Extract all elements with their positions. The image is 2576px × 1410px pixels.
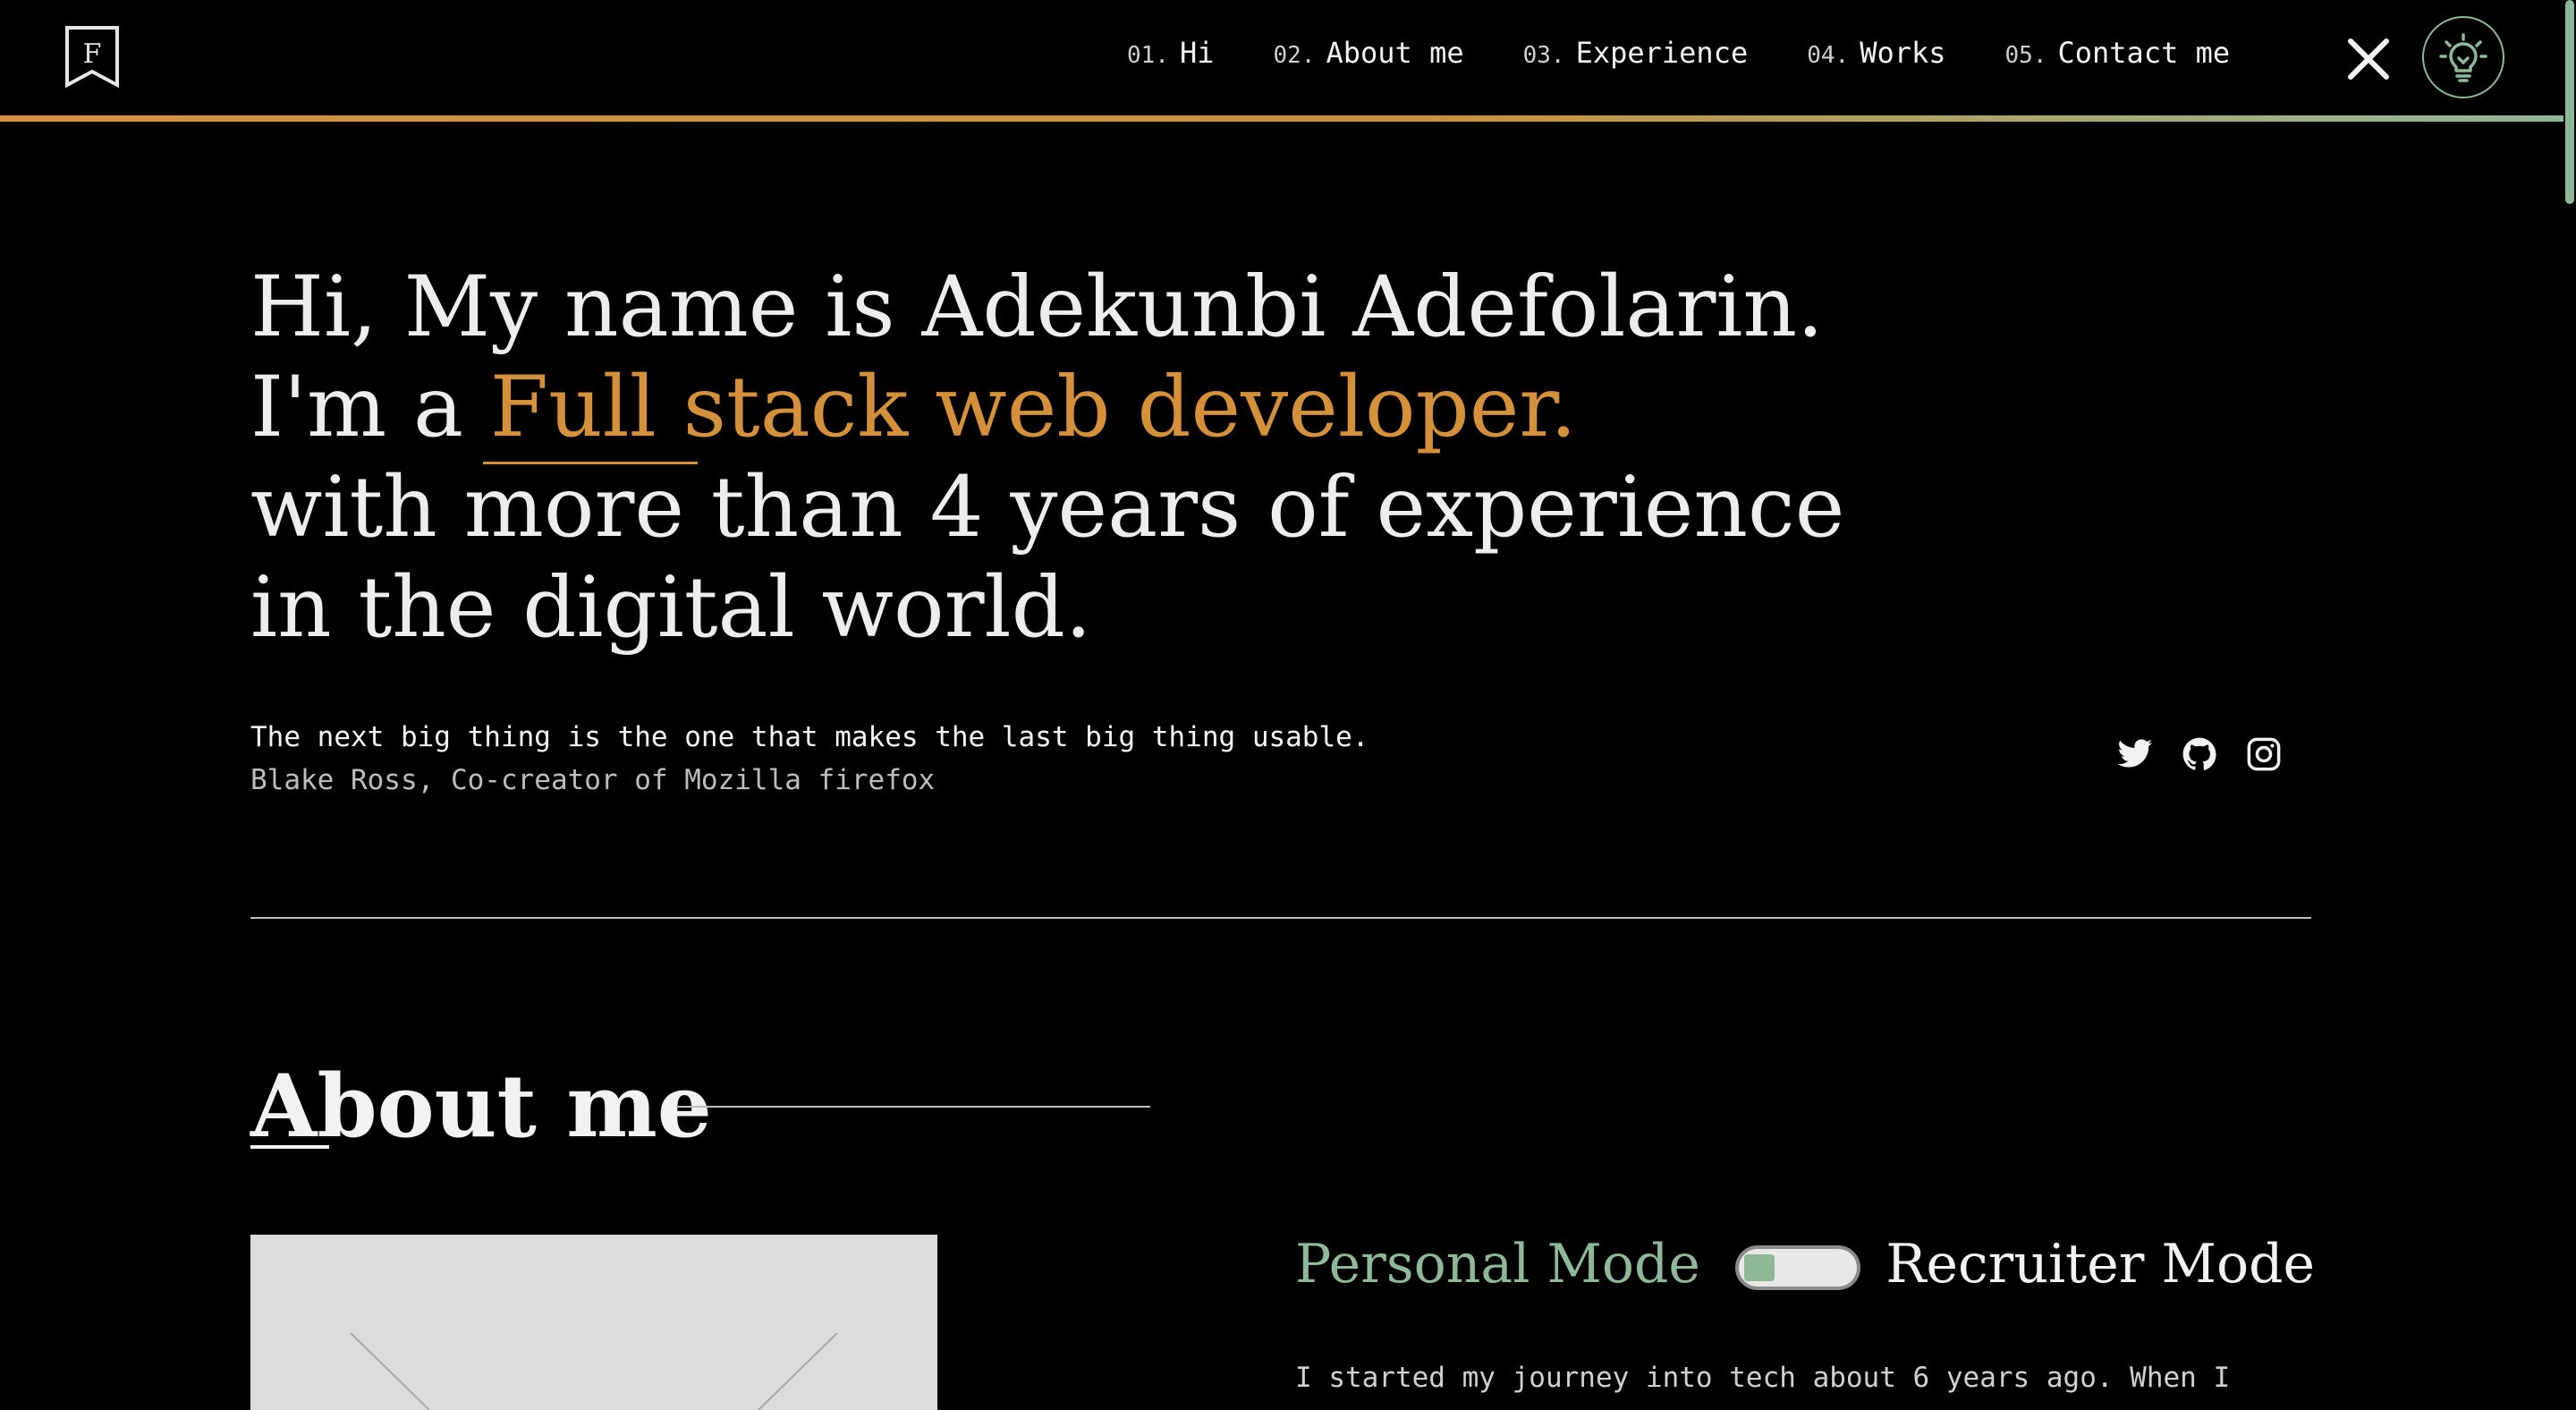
hero-role-underline [483,462,698,464]
theme-toggle-button[interactable] [2422,16,2504,98]
nav-label: Works [1860,36,1946,70]
nav-number: 04. [1807,42,1850,69]
nav-label: Contact me [2057,36,2231,70]
hero-line-3: with more than 4 years of experience [250,459,1845,556]
github-icon[interactable] [2181,735,2218,773]
quote-text: The next big thing is the one that makes… [250,721,1369,753]
mode-toggle[interactable] [1735,1245,1860,1290]
nav-number: 01. [1127,42,1169,69]
nav-label: Experience [1575,36,1749,70]
mode-toggle-knob [1744,1254,1775,1281]
scrollbar-track[interactable] [2563,0,2576,1410]
logo-icon[interactable]: F [64,25,120,89]
nav-label: Hi [1179,36,1215,70]
recruiter-mode-label[interactable]: Recruiter Mode [1885,1233,2315,1295]
personal-mode-label[interactable]: Personal Mode [1295,1233,1700,1295]
hero-line-4: in the digital world. [250,559,1092,657]
nav-item-about[interactable]: 02. About me [1274,36,1464,70]
nav-item-experience[interactable]: 03. Experience [1523,36,1749,70]
hero-line-2-prefix: I'm a [250,359,490,456]
site-header: F 01. Hi 02. About me 03. Experience 04.… [0,0,2563,116]
logo-letter: F [83,38,102,70]
nav-label: About me [1326,36,1464,70]
about-bio: I started my journey into tech about 6 y… [1295,1356,2315,1410]
quote-author: Blake Ross, Co-creator of Mozilla firefo… [250,764,936,796]
hero-heading: Hi, My name is Adekunbi Adefolarin. I'm … [250,258,2039,658]
hero-line-2: I'm a Full stack web developer. [250,358,2039,458]
nav-item-works[interactable]: 04. Works [1807,36,1945,70]
scroll-progress-bar [0,115,2563,122]
hero-line-1: Hi, My name is Adekunbi Adefolarin. [250,259,1824,356]
hero-quote: The next big thing is the one that makes… [250,716,1368,802]
main-nav: 01. Hi 02. About me 03. Experience 04. W… [1127,36,2230,70]
instagram-icon[interactable] [2245,735,2283,773]
nav-number: 03. [1522,42,1565,69]
nav-item-contact[interactable]: 05. Contact me [2005,36,2231,70]
social-links [2116,735,2283,773]
section-divider [250,917,2311,919]
hero-role: Full stack web developer. [489,359,1577,456]
mode-switcher: Personal Mode Recruiter Mode [1295,1227,2315,1308]
scrollbar-thumb[interactable] [2565,0,2574,204]
profile-photo-placeholder [250,1235,937,1410]
nav-number: 05. [2004,42,2047,69]
bio-line: I started my journey into tech about 6 y… [1295,1362,2231,1394]
about-title-underline [250,1145,329,1149]
lightbulb-icon [2439,33,2487,82]
about-title-rule [676,1106,1150,1108]
twitter-icon[interactable] [2116,735,2154,773]
nav-item-hi[interactable]: 01. Hi [1127,36,1215,70]
close-icon[interactable] [2343,34,2394,84]
nav-number: 02. [1273,42,1316,69]
